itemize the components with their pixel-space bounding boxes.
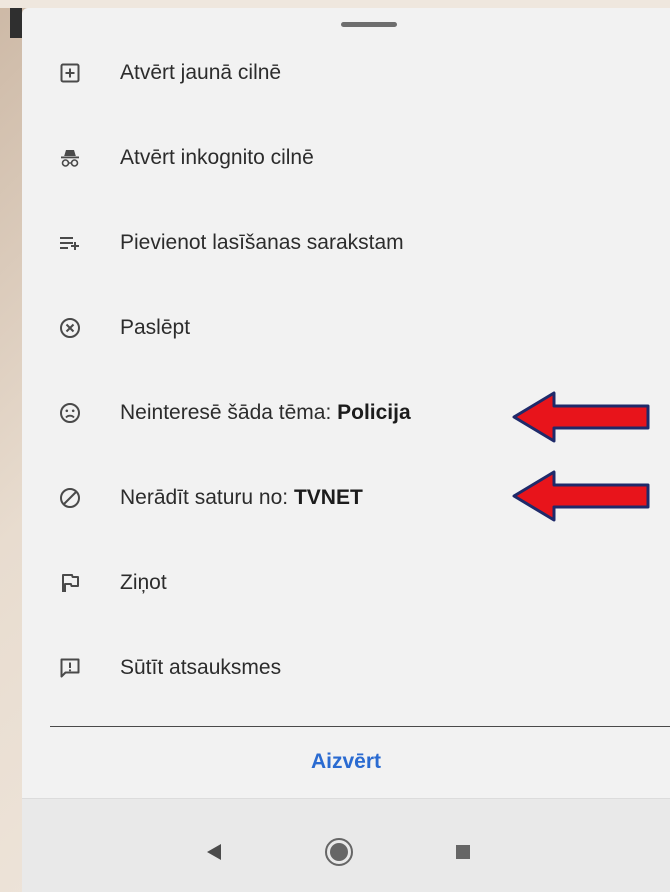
playlist-add-icon [58, 231, 82, 255]
cancel-circle-icon [58, 316, 82, 340]
menu-list: Atvērt jaunā cilnē Atvērt inkognito ciln… [22, 30, 670, 710]
menu-item-hide[interactable]: Paslēpt [22, 285, 670, 370]
recents-square-icon[interactable] [448, 837, 478, 867]
menu-item-label: Nerādīt saturu no: TVNET [120, 485, 363, 509]
menu-item-add-to-reading-list[interactable]: Pievienot lasīšanas sarakstam [22, 200, 670, 285]
menu-item-label: Ziņot [120, 570, 167, 594]
annotation-arrow-tvnet [510, 469, 650, 523]
back-triangle-icon[interactable] [199, 837, 229, 867]
annotation-arrow-policija [510, 390, 650, 444]
home-circle-icon[interactable] [324, 837, 354, 867]
top-edge [0, 0, 670, 8]
divider [50, 726, 670, 727]
menu-item-report[interactable]: Ziņot [22, 540, 670, 625]
menu-item-open-new-tab[interactable]: Atvērt jaunā cilnē [22, 30, 670, 115]
bottom-sheet-menu: Atvērt jaunā cilnē Atvērt inkognito ciln… [22, 8, 670, 892]
menu-item-label: Paslēpt [120, 315, 191, 339]
menu-item-label: Neinteresē šāda tēma: Policija [120, 400, 411, 424]
add-box-icon [58, 61, 82, 85]
system-navigation-bar [22, 798, 670, 892]
menu-item-label: Sūtīt atsauksmes [120, 655, 282, 679]
menu-item-label: Atvērt inkognito cilnē [120, 145, 314, 169]
menu-item-open-incognito-tab[interactable]: Atvērt inkognito cilnē [22, 115, 670, 200]
sad-face-icon [58, 401, 82, 425]
menu-item-label: Pievienot lasīšanas sarakstam [120, 230, 404, 254]
block-icon [58, 486, 82, 510]
menu-item-label: Atvērt jaunā cilnē [120, 60, 282, 84]
background-app-edge [10, 8, 22, 38]
menu-item-send-feedback[interactable]: Sūtīt atsauksmes [22, 625, 670, 710]
flag-icon [58, 571, 82, 595]
feedback-icon [58, 656, 82, 680]
close-button[interactable]: Aizvērt [22, 728, 670, 796]
incognito-icon [58, 146, 82, 170]
drag-handle[interactable] [341, 22, 397, 27]
